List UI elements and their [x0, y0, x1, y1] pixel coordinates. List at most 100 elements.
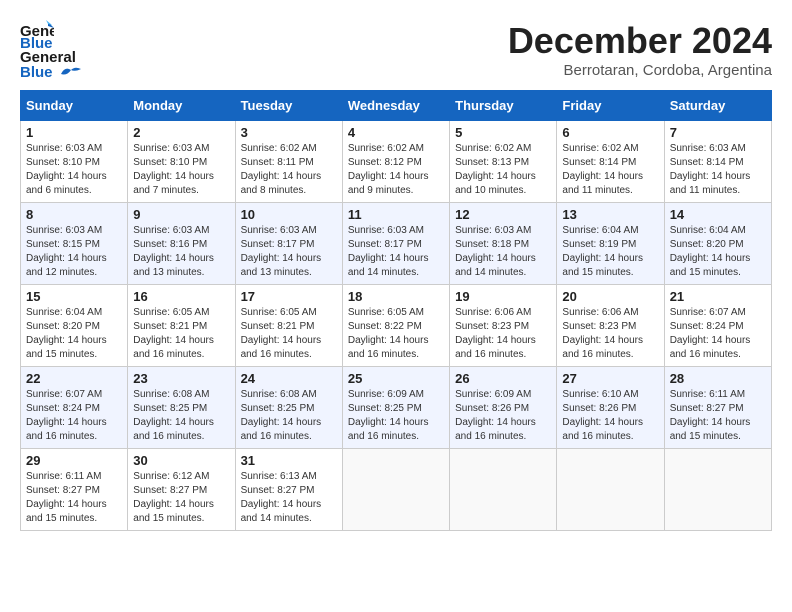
day-info: Sunrise: 6:09 AM Sunset: 8:26 PM Dayligh…	[455, 388, 551, 444]
day-info: Sunrise: 6:03 AM Sunset: 8:10 PM Dayligh…	[133, 142, 229, 198]
calendar-cell: 29 Sunrise: 6:11 AM Sunset: 8:27 PM Dayl…	[21, 449, 128, 531]
day-number: 7	[670, 125, 766, 140]
day-info: Sunrise: 6:02 AM Sunset: 8:14 PM Dayligh…	[562, 142, 658, 198]
month-title: December 2024	[508, 20, 772, 62]
day-info: Sunrise: 6:02 AM Sunset: 8:13 PM Dayligh…	[455, 142, 551, 198]
calendar-cell: 6 Sunrise: 6:02 AM Sunset: 8:14 PM Dayli…	[557, 121, 664, 203]
day-number: 30	[133, 453, 229, 468]
day-number: 19	[455, 289, 551, 304]
calendar-cell: 12 Sunrise: 6:03 AM Sunset: 8:18 PM Dayl…	[450, 203, 557, 285]
day-number: 24	[241, 371, 337, 386]
day-info: Sunrise: 6:03 AM Sunset: 8:17 PM Dayligh…	[348, 224, 444, 280]
day-number: 20	[562, 289, 658, 304]
day-number: 16	[133, 289, 229, 304]
day-info: Sunrise: 6:04 AM Sunset: 8:20 PM Dayligh…	[670, 224, 766, 280]
calendar-cell: 1 Sunrise: 6:03 AM Sunset: 8:10 PM Dayli…	[21, 121, 128, 203]
day-info: Sunrise: 6:06 AM Sunset: 8:23 PM Dayligh…	[562, 306, 658, 362]
day-info: Sunrise: 6:03 AM Sunset: 8:14 PM Dayligh…	[670, 142, 766, 198]
calendar-cell: 14 Sunrise: 6:04 AM Sunset: 8:20 PM Dayl…	[664, 203, 771, 285]
calendar-header-row: SundayMondayTuesdayWednesdayThursdayFrid…	[21, 91, 772, 121]
day-info: Sunrise: 6:11 AM Sunset: 8:27 PM Dayligh…	[26, 470, 122, 526]
logo-text-blue: Blue	[20, 64, 53, 81]
day-info: Sunrise: 6:10 AM Sunset: 8:26 PM Dayligh…	[562, 388, 658, 444]
day-info: Sunrise: 6:02 AM Sunset: 8:12 PM Dayligh…	[348, 142, 444, 198]
day-info: Sunrise: 6:11 AM Sunset: 8:27 PM Dayligh…	[670, 388, 766, 444]
day-number: 29	[26, 453, 122, 468]
day-number: 5	[455, 125, 551, 140]
calendar-cell: 30 Sunrise: 6:12 AM Sunset: 8:27 PM Dayl…	[128, 449, 235, 531]
page-header: General Blue General Blue December 2024 …	[20, 20, 772, 80]
day-number: 26	[455, 371, 551, 386]
day-info: Sunrise: 6:07 AM Sunset: 8:24 PM Dayligh…	[670, 306, 766, 362]
day-info: Sunrise: 6:05 AM Sunset: 8:21 PM Dayligh…	[133, 306, 229, 362]
day-info: Sunrise: 6:03 AM Sunset: 8:15 PM Dayligh…	[26, 224, 122, 280]
calendar-cell: 19 Sunrise: 6:06 AM Sunset: 8:23 PM Dayl…	[450, 285, 557, 367]
day-info: Sunrise: 6:13 AM Sunset: 8:27 PM Dayligh…	[241, 470, 337, 526]
header-thursday: Thursday	[450, 91, 557, 121]
calendar-cell: 10 Sunrise: 6:03 AM Sunset: 8:17 PM Dayl…	[235, 203, 342, 285]
day-number: 8	[26, 207, 122, 222]
calendar-cell	[664, 449, 771, 531]
calendar-cell: 11 Sunrise: 6:03 AM Sunset: 8:17 PM Dayl…	[342, 203, 449, 285]
calendar-cell: 7 Sunrise: 6:03 AM Sunset: 8:14 PM Dayli…	[664, 121, 771, 203]
calendar-cell: 5 Sunrise: 6:02 AM Sunset: 8:13 PM Dayli…	[450, 121, 557, 203]
calendar-cell: 9 Sunrise: 6:03 AM Sunset: 8:16 PM Dayli…	[128, 203, 235, 285]
day-number: 14	[670, 207, 766, 222]
calendar-cell: 2 Sunrise: 6:03 AM Sunset: 8:10 PM Dayli…	[128, 121, 235, 203]
day-number: 12	[455, 207, 551, 222]
logo: General Blue General Blue	[20, 20, 81, 80]
day-number: 31	[241, 453, 337, 468]
calendar-cell: 31 Sunrise: 6:13 AM Sunset: 8:27 PM Dayl…	[235, 449, 342, 531]
day-info: Sunrise: 6:09 AM Sunset: 8:25 PM Dayligh…	[348, 388, 444, 444]
calendar-cell: 15 Sunrise: 6:04 AM Sunset: 8:20 PM Dayl…	[21, 285, 128, 367]
calendar-cell: 13 Sunrise: 6:04 AM Sunset: 8:19 PM Dayl…	[557, 203, 664, 285]
calendar-cell: 24 Sunrise: 6:08 AM Sunset: 8:25 PM Dayl…	[235, 367, 342, 449]
header-monday: Monday	[128, 91, 235, 121]
calendar-cell: 16 Sunrise: 6:05 AM Sunset: 8:21 PM Dayl…	[128, 285, 235, 367]
calendar-cell: 20 Sunrise: 6:06 AM Sunset: 8:23 PM Dayl…	[557, 285, 664, 367]
day-info: Sunrise: 6:08 AM Sunset: 8:25 PM Dayligh…	[241, 388, 337, 444]
day-info: Sunrise: 6:07 AM Sunset: 8:24 PM Dayligh…	[26, 388, 122, 444]
day-number: 23	[133, 371, 229, 386]
day-number: 4	[348, 125, 444, 140]
calendar-cell	[450, 449, 557, 531]
logo-icon: General Blue	[20, 20, 54, 48]
calendar-week-row: 22 Sunrise: 6:07 AM Sunset: 8:24 PM Dayl…	[21, 367, 772, 449]
header-saturday: Saturday	[664, 91, 771, 121]
day-number: 17	[241, 289, 337, 304]
calendar-week-row: 29 Sunrise: 6:11 AM Sunset: 8:27 PM Dayl…	[21, 449, 772, 531]
calendar-cell: 3 Sunrise: 6:02 AM Sunset: 8:11 PM Dayli…	[235, 121, 342, 203]
day-number: 2	[133, 125, 229, 140]
calendar-cell: 25 Sunrise: 6:09 AM Sunset: 8:25 PM Dayl…	[342, 367, 449, 449]
header-wednesday: Wednesday	[342, 91, 449, 121]
header-sunday: Sunday	[21, 91, 128, 121]
day-number: 3	[241, 125, 337, 140]
day-info: Sunrise: 6:06 AM Sunset: 8:23 PM Dayligh…	[455, 306, 551, 362]
title-section: December 2024 Berrotaran, Cordoba, Argen…	[508, 20, 772, 79]
day-info: Sunrise: 6:05 AM Sunset: 8:21 PM Dayligh…	[241, 306, 337, 362]
day-number: 15	[26, 289, 122, 304]
day-info: Sunrise: 6:05 AM Sunset: 8:22 PM Dayligh…	[348, 306, 444, 362]
calendar-cell: 23 Sunrise: 6:08 AM Sunset: 8:25 PM Dayl…	[128, 367, 235, 449]
bird-icon	[59, 66, 81, 80]
calendar-cell: 22 Sunrise: 6:07 AM Sunset: 8:24 PM Dayl…	[21, 367, 128, 449]
day-number: 13	[562, 207, 658, 222]
location: Berrotaran, Cordoba, Argentina	[508, 62, 772, 79]
header-friday: Friday	[557, 91, 664, 121]
calendar-cell: 4 Sunrise: 6:02 AM Sunset: 8:12 PM Dayli…	[342, 121, 449, 203]
day-number: 25	[348, 371, 444, 386]
calendar-table: SundayMondayTuesdayWednesdayThursdayFrid…	[20, 90, 772, 531]
day-number: 28	[670, 371, 766, 386]
day-number: 18	[348, 289, 444, 304]
calendar-week-row: 15 Sunrise: 6:04 AM Sunset: 8:20 PM Dayl…	[21, 285, 772, 367]
day-info: Sunrise: 6:02 AM Sunset: 8:11 PM Dayligh…	[241, 142, 337, 198]
calendar-cell: 18 Sunrise: 6:05 AM Sunset: 8:22 PM Dayl…	[342, 285, 449, 367]
calendar-cell: 26 Sunrise: 6:09 AM Sunset: 8:26 PM Dayl…	[450, 367, 557, 449]
day-number: 22	[26, 371, 122, 386]
calendar-week-row: 8 Sunrise: 6:03 AM Sunset: 8:15 PM Dayli…	[21, 203, 772, 285]
day-info: Sunrise: 6:03 AM Sunset: 8:17 PM Dayligh…	[241, 224, 337, 280]
calendar-cell: 17 Sunrise: 6:05 AM Sunset: 8:21 PM Dayl…	[235, 285, 342, 367]
day-info: Sunrise: 6:03 AM Sunset: 8:10 PM Dayligh…	[26, 142, 122, 198]
header-tuesday: Tuesday	[235, 91, 342, 121]
calendar-cell: 21 Sunrise: 6:07 AM Sunset: 8:24 PM Dayl…	[664, 285, 771, 367]
